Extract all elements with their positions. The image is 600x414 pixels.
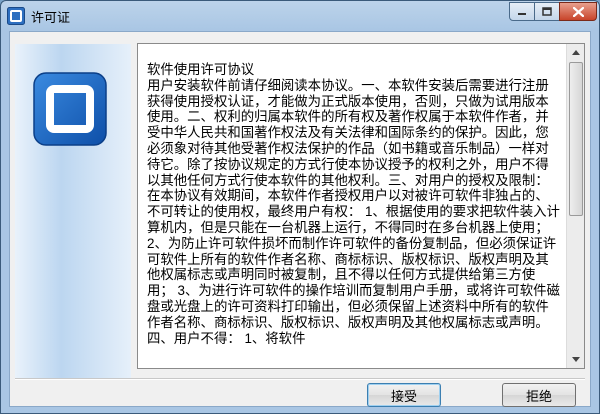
- maximize-icon: [542, 7, 552, 16]
- title-bar[interactable]: 许可证: [1, 1, 599, 31]
- minimize-icon: [518, 12, 526, 15]
- maximize-button[interactable]: [534, 2, 560, 21]
- scroll-thumb[interactable]: [569, 62, 583, 216]
- chevron-up-icon: [571, 50, 580, 55]
- license-text: 软件使用许可协议 用户安装软件前请仔细阅读本协议。一、本软件安装后需要进行注册获…: [147, 62, 560, 346]
- reject-button[interactable]: 拒绝: [502, 383, 576, 407]
- app-icon: [7, 7, 25, 25]
- minimize-button[interactable]: [509, 2, 535, 21]
- separator: [15, 378, 585, 380]
- license-text-area[interactable]: 软件使用许可协议 用户安装软件前请仔细阅读本协议。一、本软件安装后需要进行注册获…: [137, 43, 585, 369]
- dialog-body: 软件使用许可协议 用户安装软件前请仔细阅读本协议。一、本软件安装后需要进行注册获…: [9, 31, 591, 407]
- vertical-scrollbar[interactable]: [566, 44, 584, 368]
- scroll-up-button[interactable]: [567, 44, 584, 61]
- side-banner: [15, 44, 131, 378]
- close-icon: [572, 6, 584, 17]
- close-button[interactable]: [559, 2, 597, 21]
- chevron-down-icon: [571, 357, 580, 362]
- scroll-down-button[interactable]: [567, 351, 584, 368]
- license-logo-icon: [33, 72, 107, 146]
- accept-button[interactable]: 接受: [367, 383, 441, 407]
- license-window: 许可证 软件使用许可协议 用户安装软件前请仔细阅读本协议。一、本软件安装后需要进…: [0, 0, 600, 414]
- window-title: 许可证: [31, 11, 71, 26]
